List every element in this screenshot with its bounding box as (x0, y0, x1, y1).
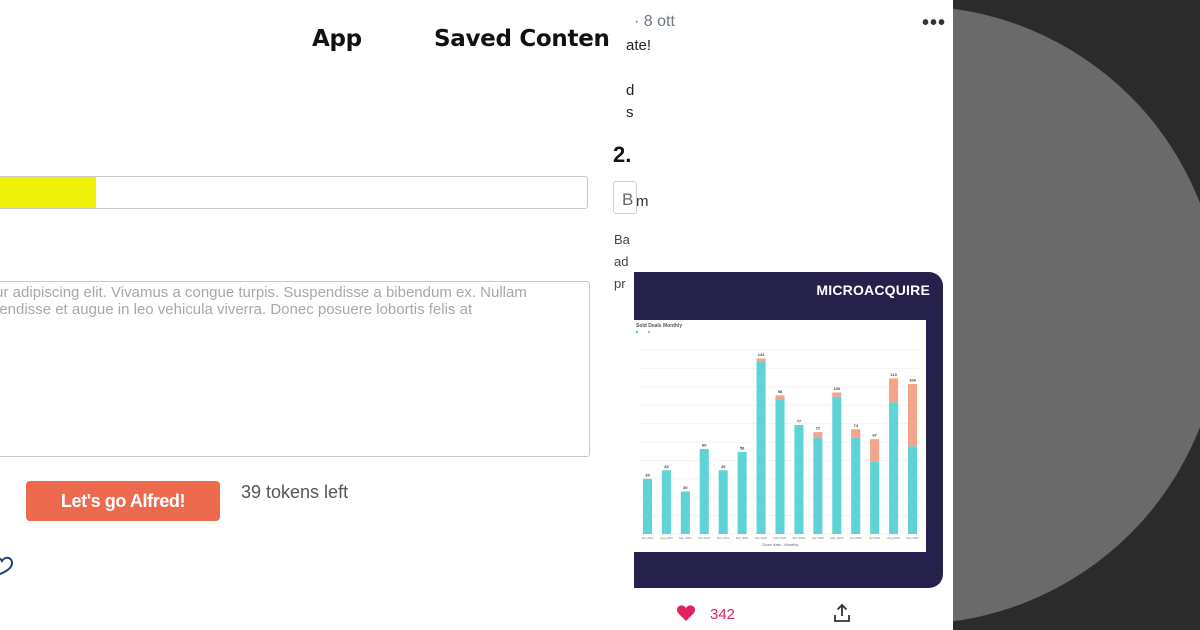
chart-title: Sold Deals Monthly (636, 323, 682, 329)
bar-segment (813, 432, 823, 438)
data-label: 67 (872, 433, 877, 438)
bar-segment (851, 429, 861, 438)
x-tick-label: Feb 2022 (774, 536, 787, 540)
tweet-date[interactable]: · 8 ott (634, 13, 675, 31)
x-tick-label: Mar 2022 (793, 536, 806, 540)
nav-app-link[interactable]: App (312, 26, 362, 52)
data-label: 45 (664, 464, 669, 469)
highlight-mark (0, 177, 96, 208)
bar-segment (699, 449, 709, 534)
data-label: 39 (645, 472, 650, 477)
heart-filled-icon[interactable] (676, 604, 696, 622)
chart-panel: Sold Deals Monthly 39 Jun 2021 45 Aug 2021 30… (634, 320, 926, 552)
bar-segment (794, 425, 804, 534)
x-tick-label: Oct 2021 (698, 536, 711, 540)
title-input[interactable] (0, 176, 588, 209)
bar-segment (718, 470, 728, 534)
brand-label: MICROACQUIRE (816, 282, 930, 298)
more-horizontal-icon[interactable]: ••• (922, 12, 946, 35)
tweet-paragraph-line: ad (614, 254, 629, 269)
heart-outline-icon[interactable] (0, 551, 14, 577)
prompt-textarea[interactable]: tur adipiscing elit. Vivamus a congue tu… (0, 281, 590, 457)
legend-marker (635, 330, 639, 334)
bar-segment (870, 439, 880, 462)
x-tick-label: Dec 2021 (736, 536, 749, 540)
bar-segment (889, 402, 899, 534)
background-panel (953, 0, 1200, 630)
tweet-text-line: s (626, 104, 634, 121)
bar-segment (661, 470, 671, 534)
data-label: 98 (778, 389, 783, 394)
tweet-image[interactable]: MICROACQUIRE Sold Deals Monthly 39 Jun 202… (634, 272, 943, 588)
bar-segment (775, 399, 785, 534)
data-label: 72 (816, 426, 821, 431)
x-tick-label: Aug 2022 (887, 536, 900, 540)
bar-segment (870, 461, 880, 534)
x-axis-label: Close date - Monthly (762, 542, 799, 547)
bar-segment (907, 446, 918, 534)
decorative-circle (953, 6, 1200, 624)
bar-segment (889, 378, 899, 403)
tweet-card: · 8 ott ••• ate! d s 2. B m Ba ad pr MIC… (610, 0, 953, 630)
x-tick-label: Jul 2022 (869, 536, 881, 540)
tweet-text-line: d (626, 82, 635, 99)
bar-segment (832, 396, 842, 534)
bar-segment (832, 392, 842, 397)
x-tick-label: May 2022 (830, 536, 844, 540)
data-label: 74 (854, 423, 859, 428)
x-tick-label: Nov 2021 (717, 536, 730, 540)
bar-segment (907, 383, 918, 447)
data-label: 100 (833, 386, 840, 391)
x-tick-label: Aug 2021 (660, 536, 673, 540)
data-label: 106 (909, 377, 916, 382)
bar-segment (775, 395, 785, 400)
x-tick-label: Sep 2022 (906, 536, 919, 540)
bar-chart: Sold Deals Monthly 39 Jun 2021 45 Aug 2021 30… (635, 323, 922, 547)
bar-segment (737, 451, 747, 534)
bar-segment (756, 358, 766, 362)
go-alfred-button-label: Let's go Alfred! (60, 490, 186, 511)
data-label: 77 (797, 419, 802, 424)
x-tick-label: Jan 2022 (755, 536, 768, 540)
bar-segment (851, 437, 861, 534)
x-tick-label: Jun 2021 (641, 536, 654, 540)
data-label: 60 (702, 443, 707, 448)
tweet-paragraph-line: Ba (614, 232, 630, 247)
data-label: 30 (683, 485, 688, 490)
share-icon[interactable] (833, 603, 851, 623)
x-tick-label: Apr 2022 (812, 536, 825, 540)
bar-segment (756, 361, 766, 534)
legend-marker (647, 330, 651, 334)
data-label: 124 (758, 352, 765, 357)
x-tick-label: Jun 2022 (850, 536, 863, 540)
embedded-box-letter: B (622, 190, 634, 209)
tweet-heading: 2. (613, 142, 632, 167)
prompt-text: tur adipiscing elit. Vivamus a congue tu… (0, 284, 527, 318)
bar-segment (680, 491, 690, 534)
go-alfred-button[interactable]: Let's go Alfred! (26, 481, 220, 521)
tweet-text-line: ate! (626, 37, 652, 54)
app-pane: App Saved Content tur adipiscing elit. V… (0, 0, 634, 630)
x-tick-label: Sep 2021 (679, 536, 692, 540)
data-label: 58 (740, 445, 745, 450)
nav-saved-content-link[interactable]: Saved Content (434, 26, 621, 52)
data-label: 45 (721, 464, 726, 469)
tweet-paragraph-line: pr (614, 276, 626, 291)
bar-segment (642, 478, 653, 534)
like-count: 342 (710, 606, 736, 623)
data-label: 110 (890, 372, 897, 377)
embedded-box-trailing-text: m (636, 193, 649, 210)
bar-segment (813, 437, 823, 534)
tokens-left-text: 39 tokens left (241, 482, 349, 502)
